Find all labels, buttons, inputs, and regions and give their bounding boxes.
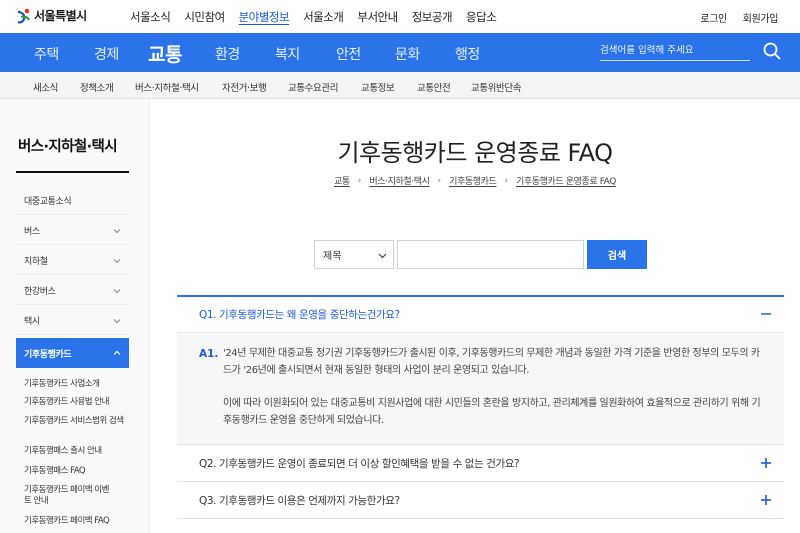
seoul-logo[interactable]: 서울특별시 <box>16 7 87 24</box>
search-field-select-value: 제목 <box>323 251 342 262</box>
subnav-item-traffic-info[interactable]: 교통정보 <box>361 80 395 94</box>
mainnav-item-administration[interactable]: 행정 <box>455 44 480 64</box>
subnav-item-news[interactable]: 새소식 <box>33 80 58 94</box>
sidebar-subitem-pass-launch[interactable]: 기후동행패스 출시 안내 <box>24 446 134 457</box>
chevron-right-icon: › <box>504 175 508 186</box>
topnav-item-news[interactable]: 서울소식 <box>130 9 171 25</box>
breadcrumb-item[interactable]: 버스·지하철·택시 <box>369 174 429 187</box>
mainnav-item-culture[interactable]: 문화 <box>395 44 420 64</box>
mainnav-item-housing[interactable]: 주택 <box>34 44 59 64</box>
faq-question-text: Q2. 기후동행카드 운영이 종료되면 더 이상 할인혜택을 받을 수 없는 건… <box>199 458 520 470</box>
breadcrumb-item[interactable]: 교통 <box>334 174 350 187</box>
subnav-item-policy[interactable]: 정책소개 <box>80 80 114 94</box>
sidebar-item-subway[interactable]: 지하철 <box>16 247 129 275</box>
sidebar: 버스·지하철·택시 대중교통소식 버스 지하철 한강버스 택시 기후동행카드 기… <box>0 99 150 533</box>
minus-icon[interactable] <box>760 308 772 320</box>
breadcrumb: 교통 › 버스·지하철·택시 › 기후동행카드 › 기후동행카드 운영종료 FA… <box>150 174 800 188</box>
plus-icon[interactable] <box>760 494 772 506</box>
sidebar-subitem-intro[interactable]: 기후동행카드 사업소개 <box>24 379 134 390</box>
topnav-item-response[interactable]: 응답소 <box>466 9 497 25</box>
breadcrumb-item[interactable]: 기후동행카드 운영종료 FAQ <box>516 174 616 187</box>
faq-search-button[interactable]: 검색 <box>587 240 647 269</box>
sidebar-title-divider <box>16 171 129 173</box>
search-field-select[interactable]: 제목 <box>314 240 394 269</box>
faq-question-text: Q1. 기후동행카드는 왜 운영을 중단하는건가요? <box>199 309 400 321</box>
sidebar-item-label: 택시 <box>24 317 40 327</box>
chevron-right-icon: › <box>357 175 362 186</box>
sidebar-item-bus[interactable]: 버스 <box>16 217 129 245</box>
chevron-down-icon <box>378 253 387 259</box>
subnav-item-demand[interactable]: 교통수요관리 <box>288 80 338 94</box>
chevron-down-icon <box>113 288 121 293</box>
mainnav-item-transport[interactable]: 교통 <box>148 40 182 67</box>
chevron-right-icon: › <box>437 175 442 186</box>
sidebar-item-label: 버스 <box>24 227 40 237</box>
global-search <box>600 41 782 63</box>
breadcrumb-item[interactable]: 기후동행카드 <box>449 174 497 187</box>
sidebar-item-climate-card[interactable]: 기후동행카드 <box>16 338 129 368</box>
sidebar-subitem-coverage[interactable]: 기후동행카드 서비스범위 검색 <box>24 416 124 427</box>
faq-question-2[interactable]: Q2. 기후동행카드 운영이 종료되면 더 이상 할인혜택을 받을 수 없는 건… <box>177 446 784 482</box>
topnav-item-departments[interactable]: 부서안내 <box>357 9 398 25</box>
topnav-item-about[interactable]: 서울소개 <box>303 9 344 25</box>
topnav-item-field-info[interactable]: 분야별정보 <box>239 9 290 25</box>
sidebar-item-hangang-bus[interactable]: 한강버스 <box>16 277 129 305</box>
top-nav: 서울소식 시민참여 분야별정보 서울소개 부서안내 정보공개 응답소 <box>130 9 510 25</box>
subnav-item-bus-subway-taxi[interactable]: 버스·지하철·택시 <box>135 80 199 94</box>
chevron-up-icon <box>113 350 121 355</box>
sidebar-item-label: 대중교통소식 <box>24 197 72 207</box>
brand-name: 서울특별시 <box>34 9 87 23</box>
plus-icon[interactable] <box>760 457 772 469</box>
search-icon[interactable] <box>762 41 782 61</box>
topnav-item-disclosure[interactable]: 정보공개 <box>412 9 453 25</box>
mainnav-item-welfare[interactable]: 복지 <box>275 44 300 64</box>
faq-answer-paragraph: '24년 무제한 대중교통 정기권 기후동행카드가 출시된 이후, 기후동행카드… <box>223 348 760 376</box>
topnav-item-participation[interactable]: 시민참여 <box>184 9 225 25</box>
sidebar-item-label: 한강버스 <box>24 287 56 297</box>
faq-answer-label: A1. <box>199 348 219 360</box>
chevron-down-icon <box>113 258 121 263</box>
sidebar-item-label: 기후동행카드 <box>24 349 72 360</box>
top-bar: 서울특별시 서울소식 시민참여 분야별정보 서울소개 부서안내 정보공개 응답소… <box>0 0 800 33</box>
mainnav-item-safety[interactable]: 안전 <box>336 44 361 64</box>
faq-answer-1: A1. '24년 무제한 대중교통 정기권 기후동행카드가 출시된 이후, 기후… <box>177 334 784 445</box>
sidebar-title: 버스·지하철·택시 <box>18 139 118 155</box>
seoul-logo-icon <box>17 8 30 23</box>
faq-question-3[interactable]: Q3. 기후동행카드 이용은 언제까지 가능한가요? <box>177 483 784 519</box>
faq-question-text: Q3. 기후동행카드 이용은 언제까지 가능한가요? <box>199 495 400 507</box>
faq-search-input[interactable] <box>397 240 584 269</box>
sidebar-subitem-pass-faq[interactable]: 기후동행패스 FAQ <box>24 466 134 477</box>
sidebar-item-transit-news[interactable]: 대중교통소식 <box>16 187 129 215</box>
search-input[interactable] <box>600 41 750 61</box>
sidebar-subitem-usage[interactable]: 기후동행카드 사용법 안내 <box>24 397 134 408</box>
sub-nav: 새소식 정책소개 버스·지하철·택시 자전거·보행 교통수요관리 교통정보 교통… <box>0 72 800 99</box>
page-title: 기후동행카드 운영종료 FAQ <box>337 139 613 167</box>
login-link[interactable]: 로그인 <box>700 10 727 25</box>
mainnav-item-environment[interactable]: 환경 <box>215 44 240 64</box>
faq-question-1[interactable]: Q1. 기후동행카드는 왜 운영을 중단하는건가요? <box>177 297 784 333</box>
chevron-down-icon <box>113 228 121 233</box>
subnav-item-bike-walk[interactable]: 자전거·보행 <box>222 80 267 94</box>
faq-answer-paragraph: 이에 따라 이원화되어 있는 대중교통비 지원사업에 대한 시민들의 혼란을 방… <box>223 398 761 426</box>
subnav-item-traffic-safety[interactable]: 교통안전 <box>417 80 451 94</box>
account-links: 로그인 회원가입 <box>700 10 778 25</box>
chevron-down-icon <box>113 318 121 323</box>
mainnav-item-economy[interactable]: 경제 <box>94 44 119 64</box>
signup-link[interactable]: 회원가입 <box>743 10 779 25</box>
sidebar-item-label: 지하철 <box>24 257 48 267</box>
sidebar-item-taxi[interactable]: 택시 <box>16 307 129 335</box>
sidebar-subitem-payback-faq[interactable]: 기후동행카드 페이백 FAQ <box>24 516 134 527</box>
subnav-item-enforcement[interactable]: 교통위반단속 <box>471 80 521 94</box>
sidebar-subitem-payback-event[interactable]: 기후동행카드 페이백 이벤트 안내 <box>24 485 114 507</box>
